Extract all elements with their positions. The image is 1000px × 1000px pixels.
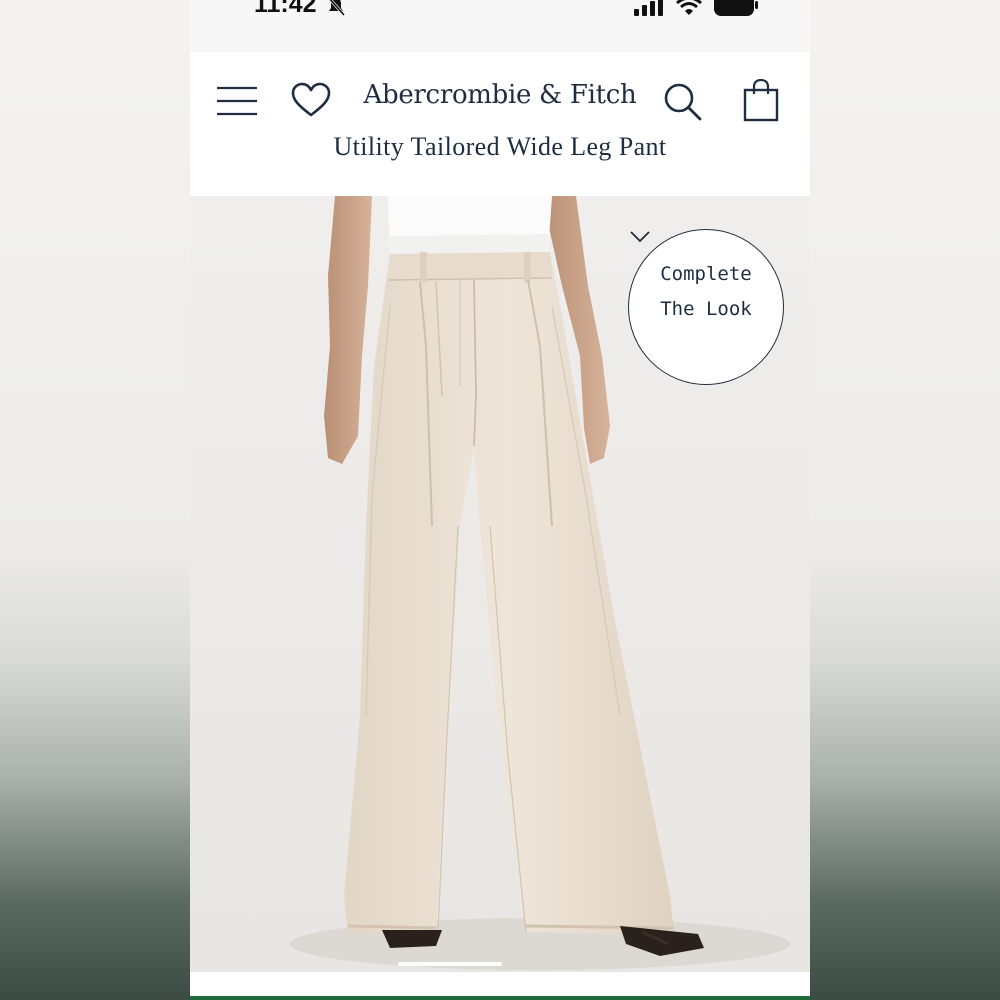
status-time: 11:42	[254, 0, 317, 18]
product-image[interactable]: Complete The Look	[190, 196, 810, 972]
battery-icon	[714, 0, 758, 16]
background-blur-left	[0, 0, 190, 1000]
product-title: Utility Tailored Wide Leg Pant	[333, 132, 667, 161]
bottom-accent-bar	[190, 996, 810, 1000]
home-indicator	[398, 962, 502, 966]
bell-off-icon	[328, 0, 346, 16]
status-bar: 11:42	[190, 0, 810, 52]
menu-icon[interactable]	[216, 86, 258, 116]
phone-screen: 11:42 Abercrombie & Fitch Utility Tailor…	[190, 0, 810, 1000]
signal-icon	[634, 0, 663, 16]
brand-logo[interactable]: Abercrombie & Fitch	[350, 80, 650, 110]
chevron-down-icon	[630, 231, 650, 243]
site-header: Abercrombie & Fitch Utility Tailored Wid…	[190, 54, 810, 196]
search-icon[interactable]	[663, 82, 703, 122]
wifi-icon	[676, 0, 702, 15]
background-blur-right	[810, 0, 1000, 1000]
complete-the-look-button[interactable]: Complete The Look	[628, 229, 784, 385]
complete-the-look-label: Complete The Look	[660, 263, 752, 320]
heart-icon[interactable]	[291, 82, 331, 118]
bag-icon[interactable]	[743, 78, 779, 122]
